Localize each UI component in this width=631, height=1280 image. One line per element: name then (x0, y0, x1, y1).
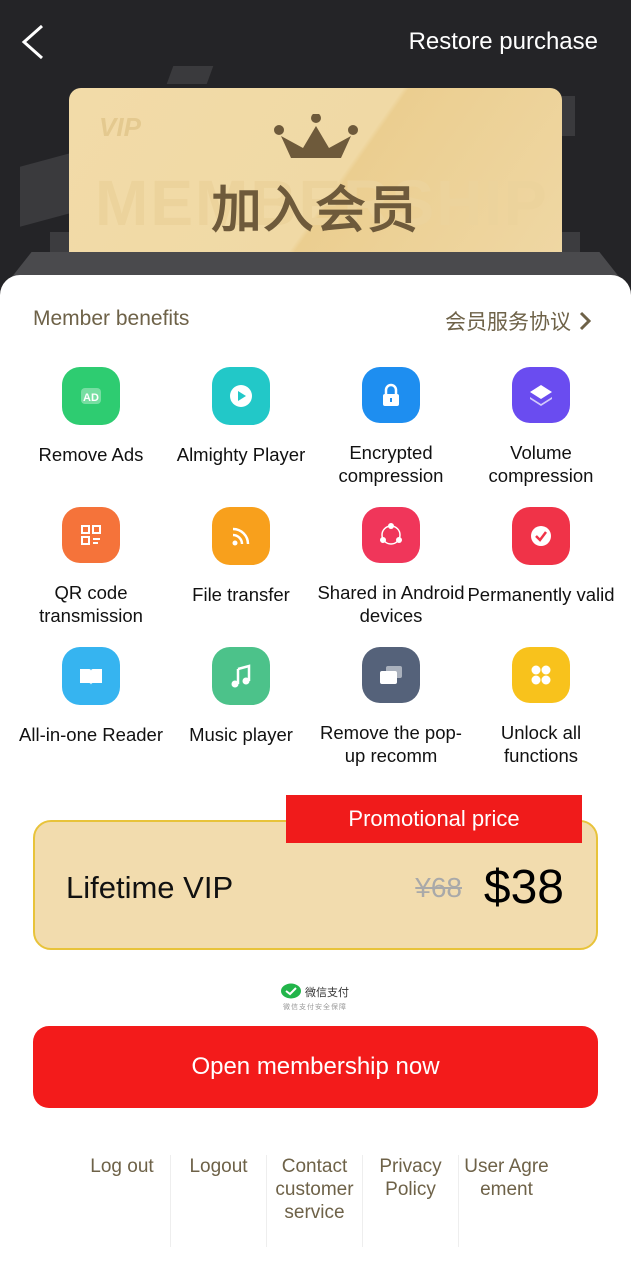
benefit-item[interactable]: Shared in Android devices (316, 507, 466, 627)
vip-watermark: VIP (99, 112, 141, 142)
benefit-label: Encrypted compression (338, 442, 444, 486)
decor-shape (166, 66, 214, 84)
header: Restore purchase VIP MEMBERSHIP 加入会员 (0, 0, 631, 300)
plan-name: Lifetime VIP (66, 870, 234, 905)
benefit-label: QR code transmission (39, 582, 143, 626)
member-agreement-link[interactable]: 会员服务协议 (445, 306, 591, 336)
card-title: 加入会员 (211, 182, 420, 238)
contact-customer-service-link[interactable]: Contact customer service (266, 1155, 362, 1247)
check-icon (512, 507, 570, 565)
benefit-item[interactable]: Permanently valid (466, 507, 616, 627)
footer-links: Log out Logout Contact customer service … (74, 1155, 554, 1247)
svg-text:AD: AD (83, 392, 99, 404)
layers-icon (512, 367, 570, 423)
benefits-grid: AD Remove Ads Almighty Player Encrypted com… (16, 367, 616, 767)
back-arrow-icon[interactable] (18, 22, 52, 62)
benefit-label: Unlock all functions (500, 722, 582, 766)
music-note-icon (212, 647, 270, 705)
windows-icon (362, 647, 420, 703)
benefits-sheet: Member benefits 会员服务协议 AD Remove Ads Almig… (0, 275, 631, 1280)
agreement-label: 会员服务协议 (445, 311, 571, 334)
lock-icon (362, 367, 420, 423)
benefit-item[interactable]: Unlock all functions (466, 647, 616, 767)
plan-price: $38 (483, 861, 564, 914)
crown-icon (274, 114, 358, 158)
benefit-label: Shared in Android devices (317, 582, 465, 626)
benefit-label: Music player (189, 724, 293, 745)
qr-code-icon (62, 507, 120, 563)
book-icon (62, 647, 120, 705)
play-icon (212, 367, 270, 425)
benefit-label: Remove the pop-up recomm (320, 722, 462, 766)
decor-shape (20, 153, 70, 227)
original-price: ¥68 (415, 872, 462, 903)
logout-account-link[interactable]: Logout (170, 1155, 266, 1247)
log-out-link[interactable]: Log out (74, 1155, 170, 1247)
user-agreement-link[interactable]: User Agre ement (458, 1155, 554, 1247)
restore-purchase-button[interactable]: Restore purchase (409, 28, 598, 56)
benefit-item[interactable]: File transfer (166, 507, 316, 627)
open-membership-button[interactable]: Open membership now (33, 1026, 598, 1108)
membership-card: VIP MEMBERSHIP 加入会员 (69, 88, 562, 252)
rss-icon (212, 507, 270, 565)
wechat-pay-name: 微信支付 (305, 987, 349, 999)
wechat-pay-subtitle: 微信支付安全保障 (283, 1004, 347, 1011)
benefit-item[interactable]: Almighty Player (166, 367, 316, 487)
member-benefits-title: Member benefits (33, 307, 190, 330)
wechat-pay-badge: 微信支付 微信支付安全保障 (281, 981, 361, 1021)
benefit-label: Almighty Player (176, 444, 306, 465)
wechat-pay-icon (281, 983, 301, 999)
benefit-item[interactable]: QR code transmission (16, 507, 166, 627)
benefit-item[interactable]: Encrypted compression (316, 367, 466, 487)
promotional-price-badge: Promotional price (286, 795, 582, 843)
grid-icon (512, 647, 570, 703)
benefit-item[interactable]: Volume compression (466, 367, 616, 487)
benefit-label: Permanently valid (467, 584, 615, 605)
benefit-label: All-in-one Reader (19, 724, 163, 745)
benefit-item[interactable]: AD Remove Ads (16, 367, 166, 487)
benefit-item[interactable]: Remove the pop-up recomm (316, 647, 466, 767)
benefit-label: Volume compression (488, 442, 594, 486)
benefit-label: File transfer (192, 584, 290, 605)
share-icon (362, 507, 420, 563)
ad-icon: AD (62, 367, 120, 425)
benefit-item[interactable]: Music player (166, 647, 316, 767)
privacy-policy-link[interactable]: Privacy Policy (362, 1155, 458, 1247)
benefit-label: Remove Ads (38, 444, 144, 465)
chevron-right-icon (579, 311, 591, 331)
benefit-item[interactable]: All-in-one Reader (16, 647, 166, 767)
